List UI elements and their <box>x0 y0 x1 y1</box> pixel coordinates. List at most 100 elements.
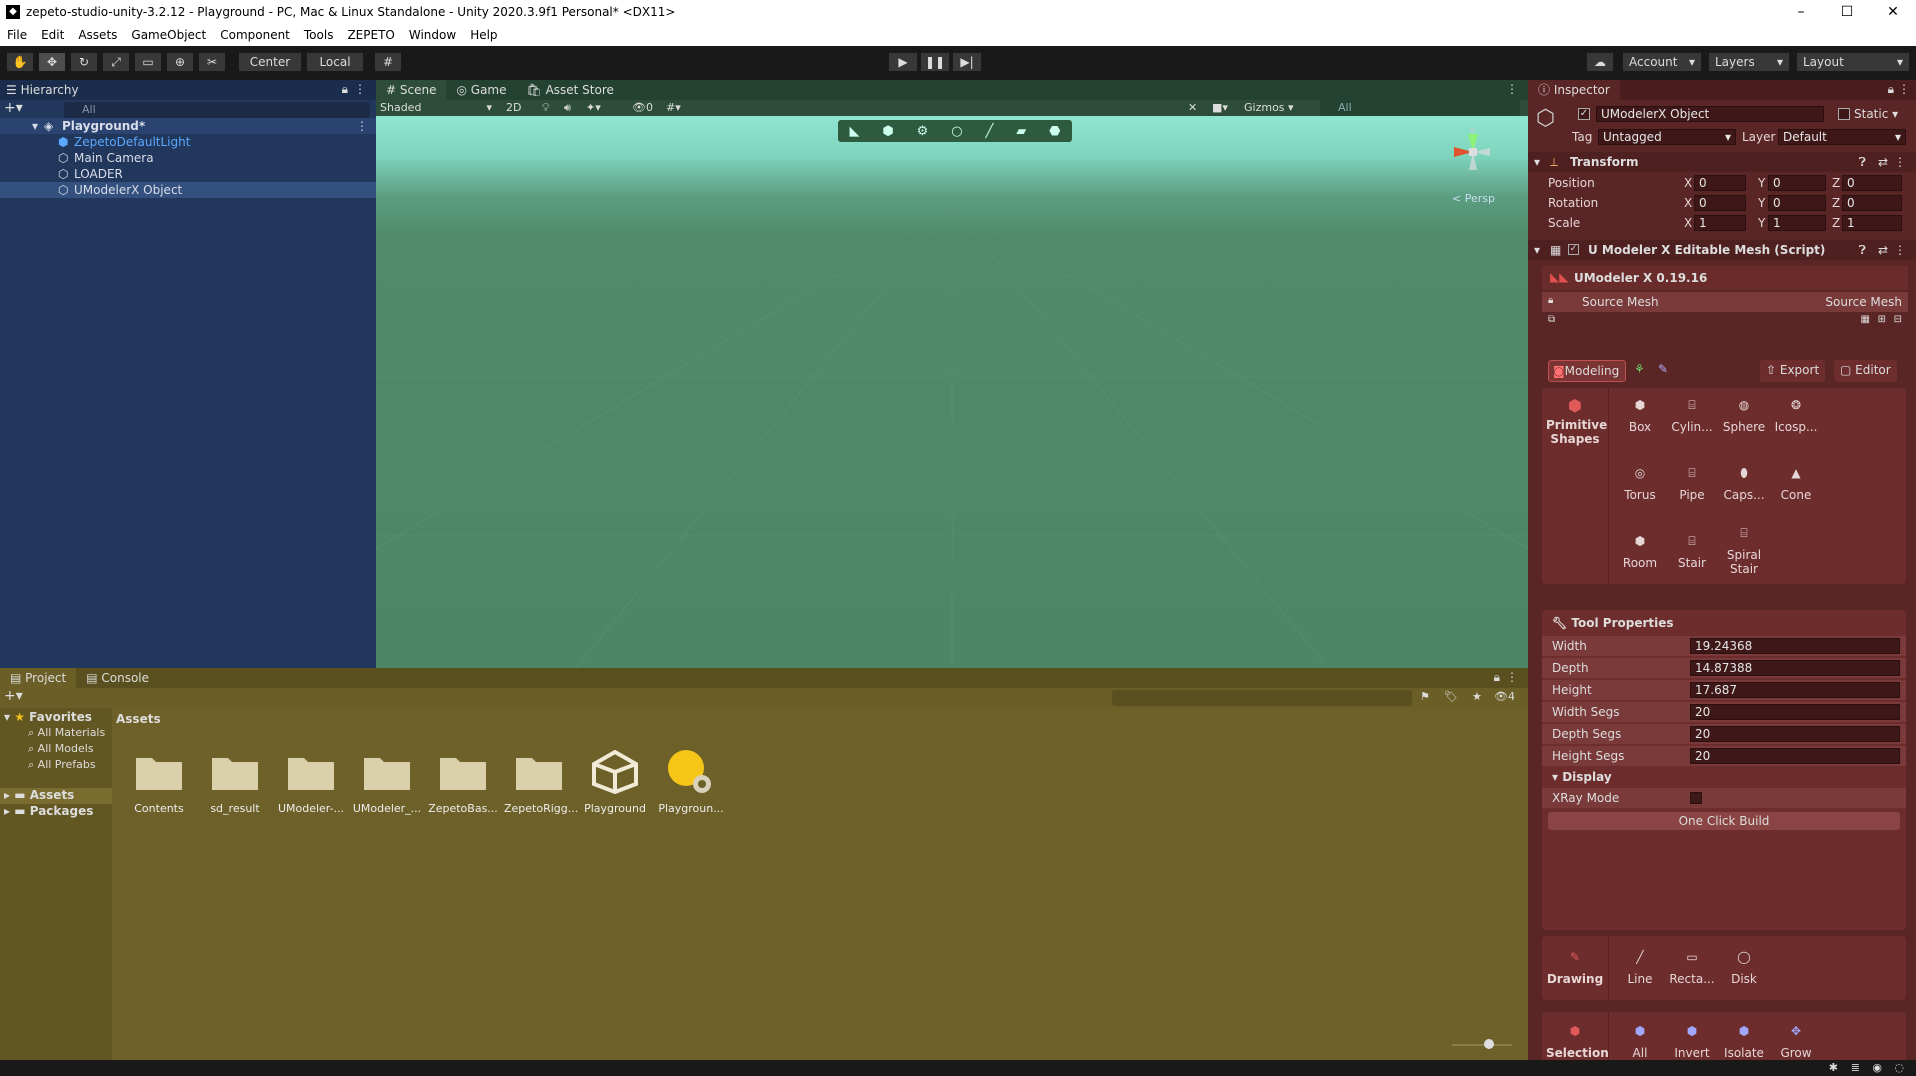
favorite-item[interactable]: ⌕ All Prefabs <box>28 758 96 772</box>
layout-c-icon[interactable]: ⊟ <box>1894 314 1902 325</box>
editor-button[interactable]: ▢ Editor <box>1834 360 1897 382</box>
lock-icon[interactable]: 🔒︎ <box>1548 295 1553 306</box>
face-mode-icon[interactable]: ▰ <box>1016 124 1026 139</box>
asset-folder[interactable]: ZepetoBas... <box>428 750 498 815</box>
minimize-button[interactable]: – <box>1778 0 1824 24</box>
debug-icon[interactable]: ✱ <box>1829 1061 1838 1074</box>
paint-mode-icon[interactable]: ✎ <box>1658 362 1668 376</box>
rotation-x-field[interactable]: 0 <box>1694 195 1746 211</box>
grid-toggle-icon[interactable]: #▾ <box>666 100 681 116</box>
cube-add-icon[interactable]: ⬢ <box>882 124 893 139</box>
pivot-local-button[interactable]: Local <box>306 52 364 72</box>
grid-snap-icon[interactable]: # <box>374 52 402 72</box>
filter-label-icon[interactable]: 🏷︎ <box>1444 690 1458 703</box>
tab-game[interactable]: ◎ Game <box>446 80 516 100</box>
tool-icosphere[interactable]: ❂ Icosp... <box>1772 398 1820 434</box>
one-click-build-button[interactable]: One Click Build <box>1548 812 1900 830</box>
active-checkbox[interactable]: ✓ <box>1578 108 1590 120</box>
scene-viewport[interactable]: ◣ ⬢ ⚙ ○ ╱ ▰ ⬣ y < Persp <box>376 116 1528 668</box>
rotation-z-field[interactable]: 0 <box>1842 195 1902 211</box>
tag-dropdown[interactable]: Untagged ▾ <box>1598 129 1736 145</box>
icon-size-slider[interactable] <box>1452 1044 1512 1046</box>
display-foldout[interactable]: ▾ Display <box>1552 770 1612 784</box>
favorite-star-icon[interactable]: ★ <box>1472 690 1482 703</box>
menu-assets[interactable]: Assets <box>71 28 124 42</box>
camera-icon[interactable]: ■▾ <box>1212 100 1228 116</box>
height-segs-field[interactable]: 20 <box>1690 748 1900 764</box>
audio-toggle-icon[interactable]: 🔊︎ <box>564 100 571 116</box>
component-enabled-checkbox[interactable]: ✓ <box>1568 244 1579 255</box>
hierarchy-item[interactable]: ⬡ LOADER <box>0 166 376 182</box>
static-dropdown[interactable]: Static ▾ <box>1854 107 1898 121</box>
hierarchy-item[interactable]: ⬡ Main Camera <box>0 150 376 166</box>
favorite-item[interactable]: ⌕ All Materials <box>28 726 105 740</box>
static-checkbox[interactable] <box>1838 108 1850 120</box>
layers-dropdown[interactable]: Layers ▾ <box>1708 52 1790 72</box>
preset-icon[interactable]: ⇄ <box>1878 155 1888 169</box>
create-asset-button[interactable]: +▾ <box>4 688 23 704</box>
transform-header[interactable]: ▾ ⟂ Transform ❓︎ ⇄ ⋮ <box>1528 152 1916 172</box>
asset-scene[interactable]: Playground <box>580 750 650 815</box>
move-tool-icon[interactable]: ✥ <box>38 52 66 72</box>
projection-label[interactable]: < Persp <box>1452 192 1495 205</box>
hierarchy-item-selected[interactable]: ⬡ UModelerX Object <box>0 182 376 198</box>
add-object-button[interactable]: +▾ <box>4 100 23 116</box>
lighting-toggle-icon[interactable]: 💡︎ <box>542 100 550 116</box>
tool-line[interactable]: ╱ Line <box>1616 950 1664 986</box>
menu-window[interactable]: Window <box>402 28 463 42</box>
tool-stair[interactable]: ⌸ Stair <box>1668 534 1716 570</box>
help-icon[interactable]: ❓︎ <box>1859 243 1866 258</box>
scale-x-field[interactable]: 1 <box>1694 215 1746 231</box>
project-search-input[interactable] <box>1112 690 1412 706</box>
rotate-tool-icon[interactable]: ↻ <box>70 52 98 72</box>
source-mesh-row[interactable]: 🔒︎ Source Mesh Source Mesh <box>1542 292 1908 312</box>
tool-cylinder[interactable]: ⌸ Cylin... <box>1668 398 1716 434</box>
source-mesh-value[interactable]: Source Mesh <box>1825 295 1902 309</box>
more-menu-icon[interactable]: ⋮ <box>1506 670 1518 684</box>
asset-folder[interactable]: UModeler_... <box>352 750 422 815</box>
play-button[interactable]: ▶ <box>888 52 918 72</box>
tool-capsule[interactable]: ⬮ Caps... <box>1720 466 1768 502</box>
xray-checkbox[interactable] <box>1690 792 1702 804</box>
hierarchy-search-input[interactable]: All <box>64 102 370 118</box>
tool-invert[interactable]: ⬢ Invert <box>1668 1024 1716 1060</box>
copy-icon[interactable]: ⧉ <box>1548 314 1555 325</box>
more-menu-icon[interactable]: ⋮ <box>1506 82 1518 96</box>
tree-item-assets[interactable]: ▸ ▬ Assets <box>0 788 112 804</box>
effects-toggle-icon[interactable]: ✦▾ <box>586 100 601 116</box>
tree-item-packages[interactable]: ▸ ▬ Packages <box>4 804 93 818</box>
maximize-button[interactable]: ☐ <box>1824 0 1870 24</box>
pivot-center-button[interactable]: Center <box>238 52 302 72</box>
script-component-header[interactable]: ▾ ▦ ✓ U Modeler X Editable Mesh (Script)… <box>1528 240 1916 260</box>
slider-handle[interactable] <box>1484 1039 1494 1049</box>
tab-inspector[interactable]: ⓘ Inspector <box>1528 80 1620 100</box>
tool-select-all[interactable]: ⬢ All <box>1616 1024 1664 1060</box>
lock-icon[interactable]: 🔒︎ <box>1494 670 1500 685</box>
help-icon[interactable]: ❓︎ <box>1859 155 1866 170</box>
tool-rectangle[interactable]: ▭ Recta... <box>1668 950 1716 986</box>
object-mode-icon[interactable]: ⬣ <box>1049 124 1060 139</box>
shading-mode-dropdown[interactable]: Shaded ▾ <box>380 100 496 116</box>
lock-icon[interactable]: 🔒︎ <box>342 82 348 97</box>
preset-icon[interactable]: ⇄ <box>1878 243 1888 257</box>
menu-zepeto[interactable]: ZEPETO <box>340 28 401 42</box>
scale-tool-icon[interactable]: ⤢ <box>102 52 130 72</box>
umodeler-logo-icon[interactable]: ◣ <box>849 124 859 139</box>
menu-gameobject[interactable]: GameObject <box>124 28 213 42</box>
account-dropdown[interactable]: Account ▾ <box>1622 52 1702 72</box>
position-x-field[interactable]: 0 <box>1694 175 1746 191</box>
favorite-item[interactable]: ⌕ All Models <box>28 742 94 756</box>
toggle-2d-button[interactable]: 2D <box>506 100 521 116</box>
vertex-mode-icon[interactable]: ○ <box>951 124 962 139</box>
export-button[interactable]: ⇧ Export <box>1760 360 1826 382</box>
asset-folder[interactable]: sd_result <box>200 750 270 815</box>
gizmos-dropdown[interactable]: Gizmos ▾ <box>1244 100 1306 116</box>
menu-help[interactable]: Help <box>463 28 504 42</box>
hand-tool-icon[interactable]: ✋ <box>6 52 34 72</box>
position-y-field[interactable]: 0 <box>1768 175 1826 191</box>
edge-mode-icon[interactable]: ╱ <box>986 124 994 139</box>
tab-modeling[interactable]: ◙Modeling <box>1548 360 1626 382</box>
transform-tool-icon[interactable]: ⊕ <box>166 52 194 72</box>
menu-file[interactable]: File <box>0 28 34 42</box>
pause-button[interactable]: ❚❚ <box>920 52 950 72</box>
